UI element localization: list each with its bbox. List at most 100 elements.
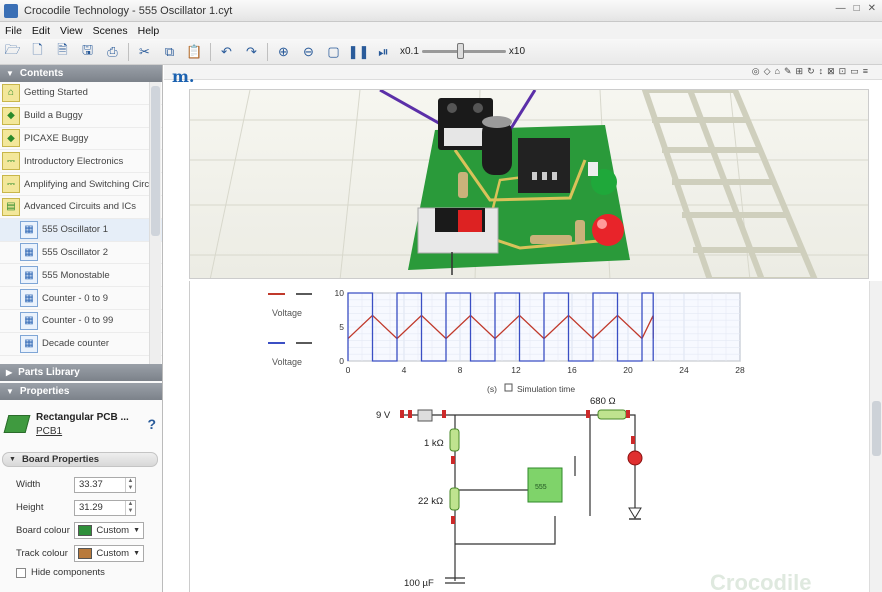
speed-slider-thumb[interactable] [456,43,464,59]
cut-icon[interactable]: ✂ [135,42,155,62]
copy-icon[interactable]: ⧉ [160,42,180,62]
window-title: Crocodile Technology - 555 Oscillator 1.… [24,4,233,17]
undo-icon[interactable]: ↶ [217,42,237,62]
board-colour-select[interactable]: Custom ▼ [74,522,144,539]
zoom-in-icon[interactable]: ⊕ [274,42,294,62]
track-colour-value: Custom [96,548,130,559]
pause-icon[interactable]: ❚❚ [348,42,370,62]
pcb-3d-view[interactable] [189,89,869,279]
speed-slider[interactable] [421,43,506,59]
contents-tree: ⌂ Getting Started ◆ Build a Buggy ◆ PICAXE Bu… [0,82,162,364]
view-tool-icon[interactable]: ↕ [819,66,824,77]
view-tool-icon[interactable]: ⌂ [775,66,780,77]
toolbar-separator [210,42,211,61]
redo-icon[interactable]: ↷ [242,42,262,62]
view-tool-icon[interactable]: ⊠ [827,66,835,77]
open-file-icon[interactable]: 🗎 [53,42,73,62]
voltage-graph[interactable]: Voltage Voltage 0 4 8 12 16 20 24 28 0 5 10 (s) Si… [190,281,870,396]
view-tool-icon[interactable]: ◇ [764,66,771,77]
view-tool-icon[interactable]: ↻ [807,66,815,77]
component-id-link[interactable]: PCB1 [36,426,129,437]
title-bar: Crocodile Technology - 555 Oscillator 1.… [0,0,882,22]
led-symbol[interactable] [627,450,643,466]
circuit-icon: ⎓ [2,152,20,171]
checkbox-icon[interactable] [16,567,26,578]
spinner-arrows-icon[interactable]: ▲ ▼ [125,500,135,515]
track-colour-row: Track colour Custom ▼ [0,542,162,565]
contents-item[interactable]: ▦ Counter - 0 to 99 [0,310,162,333]
time-checkbox[interactable] [504,383,513,392]
contents-item[interactable]: ▦ Counter - 0 to 9 [0,287,162,310]
contents-item[interactable]: ▦ 555 Oscillator 2 [0,242,162,265]
buggy-icon: ◆ [2,129,20,148]
zoom-out-icon[interactable]: ⊖ [299,42,319,62]
new-file-icon[interactable]: 🗋 [28,42,48,62]
contents-item-label: Build a Buggy [24,110,83,122]
menu-edit[interactable]: Edit [27,25,55,37]
resistor-22k[interactable] [449,487,460,511]
board-colour-value: Custom [96,525,130,536]
contents-item[interactable]: ◆ Build a Buggy [0,105,162,128]
board-properties-label: Board Properties [21,454,100,465]
hide-components-label: Hide components [31,567,105,578]
speed-max-label: x10 [508,46,526,57]
paste-icon[interactable]: 📋 [185,42,205,62]
view-tool-icon[interactable]: ✎ [784,66,792,77]
height-input[interactable]: 31.29 ▲ ▼ [74,499,136,516]
collapse-icon: ▼ [9,456,16,463]
circuit-area[interactable]: Voltage Voltage 0 4 8 12 16 20 24 28 0 5 10 (s) Si… [189,281,869,592]
contents-item[interactable]: ◆ PICAXE Buggy [0,128,162,151]
step-icon[interactable]: ⏯ [374,42,394,62]
save-icon[interactable]: 🖫 [78,42,98,62]
page-icon: ▦ [20,243,38,262]
graph-legend: Voltage Voltage [268,293,312,367]
color-swatch [78,548,93,559]
help-button[interactable]: ? [147,416,156,432]
y-tick-label: 10 [335,288,345,298]
parts-library-header[interactable]: ▶ Parts Library [0,364,162,381]
view-tool-icon[interactable]: ⊞ [796,66,804,77]
resistor-1k[interactable] [449,428,460,452]
view-tool-icon[interactable]: ◎ [752,66,760,77]
properties-header[interactable]: ▼ Properties [0,383,162,400]
contents-item-label: Advanced Circuits and ICs [24,201,136,213]
contents-header[interactable]: ▼ Contents [0,65,162,82]
resistor-680[interactable] [597,409,627,420]
menu-help[interactable]: Help [133,25,165,37]
contents-item[interactable]: ▦ Decade counter [0,333,162,356]
width-input[interactable]: 33.37 ▲ ▼ [74,476,136,493]
contents-item[interactable]: ⌂ Getting Started [0,82,162,105]
contents-scrollbar[interactable] [149,82,161,364]
maximize-button[interactable]: □ [854,3,860,14]
menu-file[interactable]: File [0,25,27,37]
contents-item[interactable]: ▦ 555 Monostable [0,264,162,288]
spinner-arrows-icon[interactable]: ▲ ▼ [125,477,135,492]
view-tool-icon[interactable]: ⊡ [839,66,847,77]
color-swatch [78,525,93,536]
x-unit-label: (s) [487,384,497,394]
select-icon[interactable]: ▢ [324,42,344,62]
diode-symbol[interactable] [628,507,642,519]
contents-scrollbar-thumb[interactable] [151,86,160,236]
menu-scenes[interactable]: Scenes [88,25,133,37]
vertical-scrollbar-thumb[interactable] [872,401,881,456]
print-icon[interactable]: ⎙ [103,42,123,62]
view-tool-icon[interactable]: ≡ [863,66,868,77]
contents-item[interactable]: ⎓ Introductory Electronics [0,150,162,174]
contents-item[interactable]: ⎓ Amplifying and Switching Circ [0,173,162,196]
contents-item[interactable]: ▦ 555 Oscillator 1 [0,218,162,242]
board-properties-header[interactable]: ▼ Board Properties [2,452,158,467]
minimize-button[interactable]: — [836,3,846,14]
track-colour-select[interactable]: Custom ▼ [74,545,144,562]
contents-item-label: Counter - 0 to 99 [42,315,114,327]
toolbar-separator [267,42,268,61]
menu-view[interactable]: View [55,25,88,37]
vertical-scrollbar[interactable] [869,281,882,592]
open-folder-icon[interactable]: 🗁 [3,42,23,62]
schematic[interactable]: 555 9 V 1 kΩ 22 kΩ 680 Ω 100 µF Crocodil… [190,396,870,592]
c1-label: 100 µF [404,578,434,589]
view-tool-icon[interactable]: ▭ [850,66,859,77]
hide-components-checkbox[interactable]: Hide components [0,567,162,578]
close-button[interactable]: ✕ [868,3,876,14]
contents-item[interactable]: ▤ Advanced Circuits and ICs [0,196,162,219]
